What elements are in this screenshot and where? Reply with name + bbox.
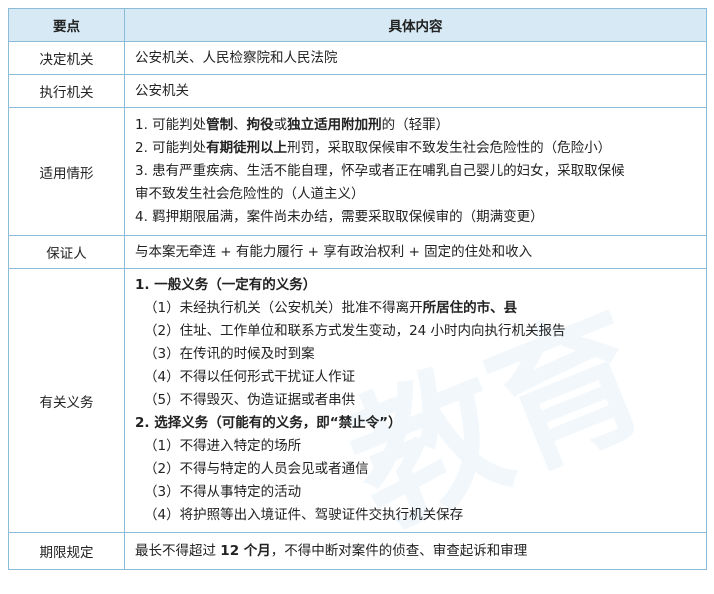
case-line-3: 3. 患有严重疾病、生活不能自理，怀孕或者正在哺乳自己婴儿的妇女，采取取保候 (135, 163, 625, 179)
row-key-cases: 适用情形 (8, 107, 125, 236)
case1-or: 或 (273, 117, 288, 133)
case1-sep: 、 (233, 117, 247, 133)
duty-optional-4: （4）将护照等出入境证件、驾驶证件交执行机关保存 (144, 507, 464, 523)
row-key-decide: 决定机关 (8, 41, 125, 75)
duty-general-4: （4）不得以任何形式干扰证人作证 (144, 369, 356, 385)
row-key-exec: 执行机关 (8, 74, 125, 108)
table-row: 有关义务 1. 一般义务（一定有的义务） （1）未经执行机关（公安机关）批准不得… (8, 268, 707, 533)
case-line-4: 审不致发生社会危险性的（人道主义） (135, 186, 365, 202)
case-line-5: 4. 羁押期限届满，案件尚未办结，需要采取取保候审的（期满变更） (135, 209, 544, 225)
row-value-decide: 公安机关、人民检察院和人民法院 (124, 41, 707, 75)
row-key-term: 期限规定 (8, 532, 125, 570)
header-key: 要点 (8, 8, 125, 42)
row-value-duties: 1. 一般义务（一定有的义务） （1）未经执行机关（公安机关）批准不得离开所居住… (124, 268, 707, 533)
case1-bold-detention: 拘役 (246, 117, 274, 133)
row-key-guarantor: 保证人 (8, 235, 125, 269)
duty-optional-2: （2）不得与特定的人员会见或者通信 (144, 461, 369, 477)
case1-text-a: 1. 可能判处 (135, 117, 207, 133)
duty-general-3: （3）在传讯的时候及时到案 (144, 346, 315, 362)
term-bold-months: 12 个月 (220, 542, 271, 559)
duty-optional-3: （3）不得从事特定的活动 (144, 484, 302, 500)
row-key-duties: 有关义务 (8, 268, 125, 533)
table-row: 决定机关 公安机关、人民检察院和人民法院 (8, 41, 707, 75)
header-content: 具体内容 (124, 8, 707, 42)
table-row: 期限规定 最长不得超过 12 个月，不得中断对案件的侦查、审查起诉和审理 (8, 532, 707, 570)
case1-bold-control: 管制 (206, 117, 234, 133)
case1-text-e: 的（轻罪） (381, 117, 450, 133)
case2-text-c: 刑罚，采取取保候审不致发生社会危险性的（危险小） (287, 140, 612, 156)
case2-text-a: 2. 可能判处 (135, 140, 207, 156)
case1-bold-supplementary: 独立适用附加刑 (287, 117, 382, 133)
row-value-cases: 1. 可能判处管制、拘役或独立适用附加刑的（轻罪） 2. 可能判处有期徒刑以上刑… (124, 107, 707, 236)
duty-general-2: （2）住址、工作单位和联系方式发生变动，24 小时内向执行机关报告 (144, 323, 566, 339)
table-row: 适用情形 1. 可能判处管制、拘役或独立适用附加刑的（轻罪） 2. 可能判处有期… (8, 107, 707, 236)
row-value-exec: 公安机关 (124, 74, 707, 108)
table-row: 执行机关 公安机关 (8, 74, 707, 108)
row-value-term: 最长不得超过 12 个月，不得中断对案件的侦查、审查起诉和审理 (124, 532, 707, 570)
duty-general-1-text: （1）未经执行机关（公安机关）批准不得离开 (144, 300, 423, 316)
bail-table-container: 要点 具体内容 决定机关 公安机关、人民检察院和人民法院 执行机关 公安机关 适… (8, 8, 707, 570)
duty-general-5: （5）不得毁灭、伪造证据或者串供 (144, 392, 356, 408)
duty-optional-1: （1）不得进入特定的场所 (144, 438, 302, 454)
case2-bold: 有期徒刑以上 (206, 140, 288, 156)
duties-heading-general: 1. 一般义务（一定有的义务） (135, 277, 317, 293)
table-row: 保证人 与本案无牵连 + 有能力履行 + 享有政治权利 + 固定的住处和收入 (8, 235, 707, 269)
duty-general-1-bold: 所居住的市、县 (422, 300, 518, 316)
bail-table: 要点 具体内容 决定机关 公安机关、人民检察院和人民法院 执行机关 公安机关 适… (8, 8, 707, 570)
duty-general-1: （1）未经执行机关（公安机关）批准不得离开所居住的市、县 (135, 297, 696, 320)
duties-heading-optional: 2. 选择义务（可能有的义务，即“禁止令”） (135, 415, 402, 431)
header-row: 要点 具体内容 (8, 8, 707, 42)
case-line-1: 1. 可能判处管制、拘役或独立适用附加刑的（轻罪） (135, 114, 696, 137)
case-line-2: 2. 可能判处有期徒刑以上刑罚，采取取保候审不致发生社会危险性的（危险小） (135, 137, 696, 160)
term-text-a: 最长不得超过 (135, 542, 221, 559)
term-text-c: ，不得中断对案件的侦查、审查起诉和审理 (270, 542, 528, 559)
row-value-guarantor: 与本案无牵连 + 有能力履行 + 享有政治权利 + 固定的住处和收入 (124, 235, 707, 269)
